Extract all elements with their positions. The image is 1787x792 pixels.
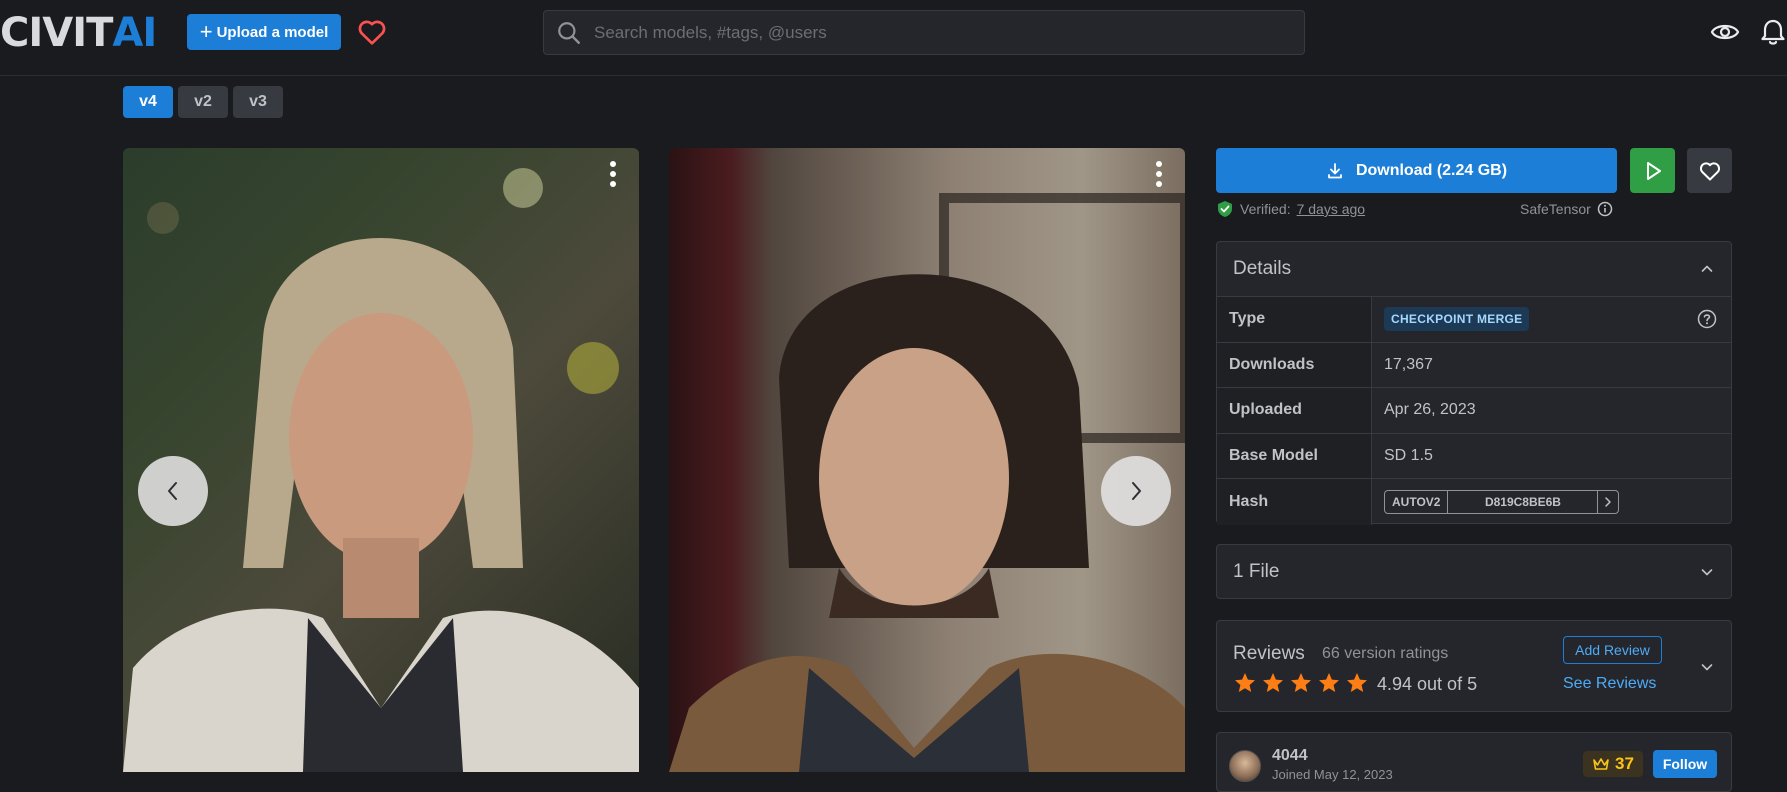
details-row-type: Type CHECKPOINT MERGE <box>1217 297 1731 343</box>
image-menu-icon[interactable] <box>1155 160 1163 188</box>
details-key: Hash <box>1217 479 1372 525</box>
file-format: SafeTensor <box>1520 199 1613 219</box>
follow-button[interactable]: Follow <box>1653 750 1717 778</box>
details-key: Uploaded <box>1217 388 1372 433</box>
creator-name[interactable]: 4044 <box>1272 747 1308 765</box>
creator-rank-badge: 37 <box>1583 751 1643 777</box>
details-panel: Details Type CHECKPOINT MERGE Downloads … <box>1216 241 1732 525</box>
details-key: Type <box>1217 297 1372 342</box>
favorite-button[interactable] <box>1687 148 1732 193</box>
verified-prefix: Verified: <box>1240 201 1291 217</box>
bell-icon[interactable] <box>1760 18 1786 46</box>
downloads-value: 17,367 <box>1384 355 1433 373</box>
run-model-button[interactable] <box>1630 148 1675 193</box>
help-icon[interactable] <box>1697 309 1717 329</box>
version-tab-v3[interactable]: v3 <box>233 86 283 118</box>
details-row-uploaded: Uploaded Apr 26, 2023 <box>1217 388 1731 434</box>
details-row-hash: Hash AUTOV2 D819C8BE6B <box>1217 479 1731 525</box>
chevron-right-icon <box>1132 482 1141 500</box>
reviews-panel: Reviews 66 version ratings 4.94 out of 5… <box>1216 620 1732 712</box>
base-model-value: SD 1.5 <box>1384 446 1433 464</box>
version-tab-v4[interactable]: v4 <box>123 86 173 118</box>
files-label: 1 File <box>1233 560 1280 582</box>
hash-value[interactable]: D819C8BE6B <box>1448 490 1599 513</box>
details-header[interactable]: Details <box>1217 242 1731 297</box>
download-icon <box>1328 162 1342 178</box>
chevron-down-icon[interactable] <box>1699 659 1715 675</box>
chevron-down-icon <box>1701 568 1713 575</box>
files-panel[interactable]: 1 File <box>1216 544 1732 599</box>
uploaded-value: Apr 26, 2023 <box>1384 401 1476 419</box>
see-reviews-link[interactable]: See Reviews <box>1563 675 1656 693</box>
crown-icon <box>1593 758 1609 770</box>
chevron-up-icon <box>1701 265 1713 272</box>
upload-model-label: Upload a model <box>216 23 329 41</box>
version-tab-v2[interactable]: v2 <box>178 86 228 118</box>
upload-model-button[interactable]: + Upload a model <box>187 14 341 50</box>
search-icon <box>558 21 580 44</box>
download-label: Download (2.24 GB) <box>1355 161 1508 179</box>
chevron-left-icon <box>168 482 177 500</box>
creator-panel: 4044 Joined May 12, 2023 37 Follow <box>1216 732 1732 792</box>
carousel-prev-button[interactable] <box>138 456 208 526</box>
plus-icon: + <box>199 19 213 44</box>
star-icon <box>1263 673 1283 692</box>
star-icon <box>1319 673 1339 692</box>
hash-next-button[interactable] <box>1598 491 1618 513</box>
reviews-count: 66 version ratings <box>1322 645 1449 662</box>
hash-algorithm[interactable]: AUTOV2 <box>1385 490 1449 513</box>
portrait-illustration-1 <box>123 168 639 772</box>
heart-icon <box>1699 161 1720 180</box>
portrait-illustration-2 <box>669 193 1185 772</box>
file-format-label: SafeTensor <box>1520 201 1591 217</box>
gallery-image-2[interactable] <box>669 148 1185 772</box>
details-row-base-model: Base Model SD 1.5 <box>1217 433 1731 479</box>
verified-status: Verified: 7 days ago <box>1216 199 1365 219</box>
details-key: Downloads <box>1217 342 1372 387</box>
info-icon[interactable] <box>1597 201 1613 217</box>
creator-rank-value: 37 <box>1615 754 1634 773</box>
civitai-logo[interactable]: CIVIT AI <box>0 10 157 56</box>
details-key: Base Model <box>1217 433 1372 478</box>
shield-check-icon <box>1218 201 1232 217</box>
top-header: CIVIT AI + Upload a model <box>0 0 1787 76</box>
details-title: Details <box>1233 258 1292 279</box>
logo-text-ai: AI <box>112 10 157 56</box>
verified-date-link[interactable]: 7 days ago <box>1297 201 1366 217</box>
star-icon <box>1291 673 1311 692</box>
chevron-right-icon <box>1605 497 1612 507</box>
rating-score: 4.94 out of 5 <box>1377 674 1478 694</box>
logo-text-civit: CIVIT <box>0 10 113 56</box>
add-review-button[interactable]: Add Review <box>1563 636 1662 664</box>
model-type-badge: CHECKPOINT MERGE <box>1384 307 1530 332</box>
search-bar[interactable] <box>543 10 1305 55</box>
search-input[interactable] <box>594 22 1274 43</box>
heart-icon[interactable] <box>356 16 388 48</box>
download-button[interactable]: Download (2.24 GB) <box>1216 148 1617 193</box>
hash-widget[interactable]: AUTOV2 D819C8BE6B <box>1384 489 1620 514</box>
reviews-title: Reviews <box>1233 643 1305 664</box>
star-icon <box>1347 673 1367 692</box>
image-menu-icon[interactable] <box>609 160 617 188</box>
avatar[interactable] <box>1229 750 1261 782</box>
star-icon <box>1235 673 1255 692</box>
creator-joined: Joined May 12, 2023 <box>1272 767 1393 782</box>
eye-icon[interactable] <box>1710 20 1740 44</box>
rating-stars <box>1233 671 1369 695</box>
carousel-next-button[interactable] <box>1101 456 1171 526</box>
details-row-downloads: Downloads 17,367 <box>1217 342 1731 388</box>
play-icon <box>1646 161 1661 180</box>
gallery-image-1[interactable] <box>123 148 639 772</box>
